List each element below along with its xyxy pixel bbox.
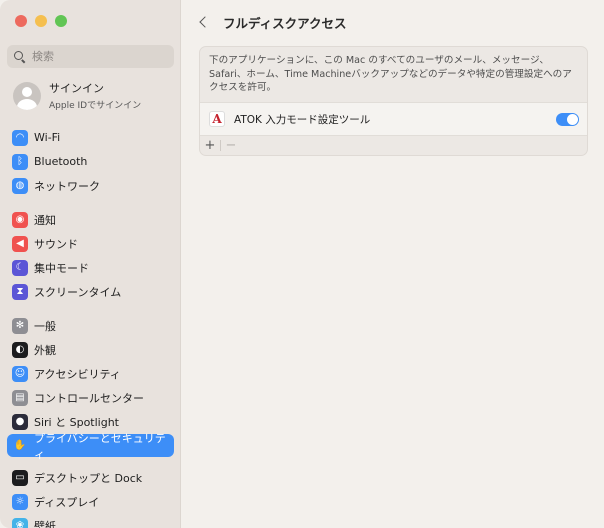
nav-group-general: ✻ 一般 ◐ 外観 ☺ アクセシビリティ ▤ コントロールセンター ● Siri と Spotli…: [7, 314, 174, 461]
sidebar-item-label: 集中モード: [34, 261, 89, 275]
sidebar-item[interactable]: ✻ 一般: [7, 314, 174, 337]
sidebar-item[interactable]: ◠ Wi-Fi: [7, 126, 174, 149]
app-row: A ATOK 入力モード設定ツール: [200, 102, 587, 136]
remove-button[interactable]: −: [225, 136, 237, 155]
account-signin[interactable]: サインイン Apple IDでサインイン: [13, 80, 141, 111]
gear-icon: ✻: [12, 317, 28, 334]
back-chevron-icon[interactable]: [197, 15, 211, 29]
sidebar-item[interactable]: ☺ アクセシビリティ: [7, 362, 174, 385]
nav-group-notifications: ◉ 通知 ◀ サウンド ☾ 集中モード ⧗ スクリーンタイム: [7, 208, 174, 304]
sidebar-item[interactable]: ☾ 集中モード: [7, 256, 174, 279]
wifi-icon: ◠: [12, 129, 28, 146]
control-center-icon: ▤: [12, 389, 28, 406]
nav-group-display: ▭ デスクトップと Dock ☼ ディスプレイ ❀ 壁紙: [7, 466, 174, 528]
signin-sublabel: Apple IDでサインイン: [49, 101, 142, 111]
hand-icon: ✋: [12, 437, 28, 454]
bluetooth-icon: ᛒ: [12, 153, 28, 170]
panel-description: 下のアプリケーションに、この Mac のすべてのユーザのメール、メッセージ、Sa…: [209, 55, 572, 93]
atok-app-icon: A: [209, 111, 225, 127]
sidebar-item[interactable]: ☼ ディスプレイ: [7, 490, 174, 513]
sidebar-item-label: Siri と Spotlight: [34, 415, 119, 429]
sidebar: サインイン Apple IDでサインイン ◠ Wi-Fi ᛒ Bluetooth ◍ ネッ…: [0, 0, 181, 528]
nav-group-network: ◠ Wi-Fi ᛒ Bluetooth ◍ ネットワーク: [7, 126, 174, 198]
display-icon: ☼: [12, 493, 28, 510]
sidebar-item-label: 外観: [34, 343, 56, 357]
search-field[interactable]: [7, 45, 174, 68]
access-toggle[interactable]: [556, 112, 579, 126]
dock-icon: ▭: [12, 469, 28, 486]
app-name: ATOK 入力モード設定ツール: [234, 113, 371, 126]
sidebar-item[interactable]: ✋ プライバシーとセキュリティ: [7, 432, 174, 461]
search-icon: [13, 50, 27, 64]
minimize-button[interactable]: [35, 15, 47, 27]
zoom-button[interactable]: [55, 15, 67, 27]
avatar: [13, 81, 41, 110]
sidebar-item[interactable]: ᛒ Bluetooth: [7, 150, 174, 173]
sidebar-item-label: Wi-Fi: [34, 131, 61, 144]
sidebar-item-label: アクセシビリティ: [34, 367, 121, 381]
siri-icon: ●: [12, 413, 28, 430]
sidebar-item[interactable]: ◐ 外観: [7, 338, 174, 361]
sidebar-item-label: ディスプレイ: [34, 495, 100, 509]
sidebar-item-label: Bluetooth: [34, 155, 88, 168]
window-controls: [15, 15, 67, 27]
sidebar-item-label: デスクトップと Dock: [34, 471, 143, 485]
sidebar-item-label: 壁紙: [34, 519, 56, 528]
moon-icon: ☾: [12, 259, 28, 276]
sidebar-item-label: サウンド: [34, 237, 78, 251]
settings-window: サインイン Apple IDでサインイン ◠ Wi-Fi ᛒ Bluetooth ◍ ネッ…: [0, 0, 604, 528]
sidebar-item[interactable]: ▤ コントロールセンター: [7, 386, 174, 409]
sidebar-item[interactable]: ▭ デスクトップと Dock: [7, 466, 174, 489]
sidebar-item-label: ネットワーク: [34, 179, 100, 193]
accessibility-icon: ☺: [12, 365, 28, 382]
close-button[interactable]: [15, 15, 27, 27]
page-title: フルディスクアクセス: [223, 15, 347, 31]
sidebar-item-label: コントロールセンター: [34, 391, 144, 405]
sidebar-item-label: 一般: [34, 319, 56, 333]
sidebar-item-label: スクリーンタイム: [34, 285, 122, 299]
sidebar-item[interactable]: ◍ ネットワーク: [7, 174, 174, 197]
divider: [220, 140, 221, 151]
speaker-icon: ◀: [12, 235, 28, 252]
sidebar-item[interactable]: ⧗ スクリーンタイム: [7, 280, 174, 303]
sidebar-item-label: プライバシーとセキュリティ: [34, 431, 166, 461]
wallpaper-icon: ❀: [12, 517, 28, 528]
sidebar-item[interactable]: ◉ 通知: [7, 208, 174, 231]
main-content: フルディスクアクセス 下のアプリケーションに、この Mac のすべてのユーザのメ…: [182, 0, 604, 528]
search-input[interactable]: [32, 50, 162, 63]
add-remove-bar: + −: [200, 136, 587, 155]
sidebar-item[interactable]: ◀ サウンド: [7, 232, 174, 255]
header: フルディスクアクセス: [182, 0, 604, 44]
appearance-icon: ◐: [12, 341, 28, 358]
full-disk-access-panel: 下のアプリケーションに、この Mac のすべてのユーザのメール、メッセージ、Sa…: [199, 46, 588, 156]
sidebar-item-label: 通知: [34, 213, 56, 227]
hourglass-icon: ⧗: [12, 283, 28, 300]
signin-label: サインイン: [49, 82, 104, 95]
sidebar-item[interactable]: ❀ 壁紙: [7, 514, 174, 528]
bell-icon: ◉: [12, 211, 28, 228]
globe-icon: ◍: [12, 177, 28, 194]
add-button[interactable]: +: [204, 136, 216, 155]
